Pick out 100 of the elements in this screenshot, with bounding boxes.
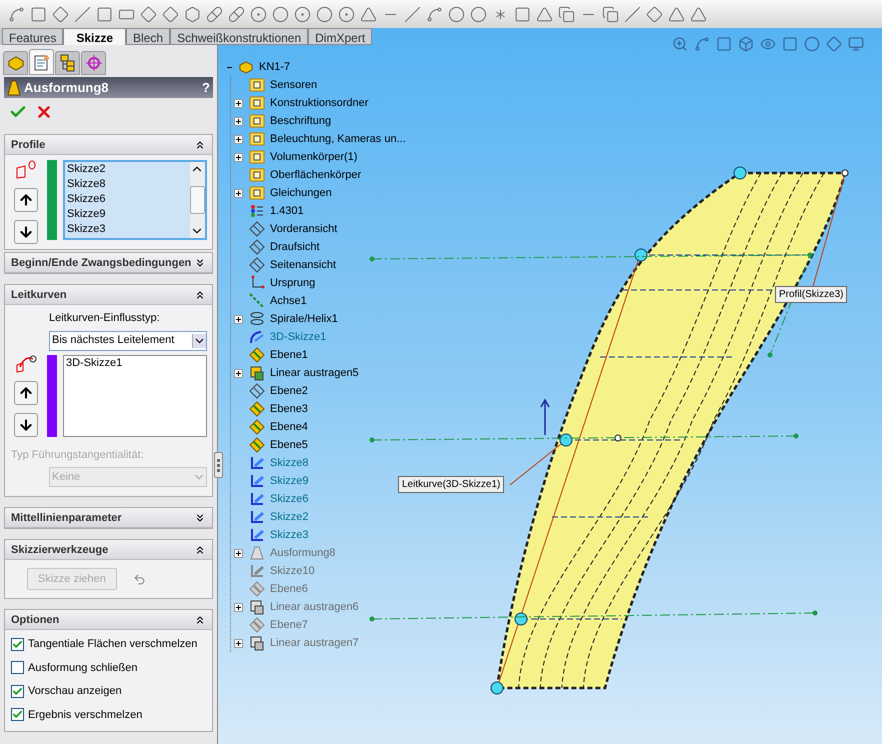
tree-item[interactable]: Seitenansicht bbox=[270, 256, 336, 274]
sketch-icon bbox=[249, 563, 265, 579]
tree-item[interactable]: Ebene6 bbox=[270, 580, 308, 598]
tree-item[interactable]: Ebene5 bbox=[270, 436, 308, 454]
panel-tab[interactable] bbox=[29, 49, 54, 75]
expand-icon[interactable] bbox=[234, 116, 242, 126]
expand-icon[interactable] bbox=[194, 256, 206, 268]
tree-item[interactable]: Skizze8 bbox=[270, 454, 309, 472]
expand-icon[interactable] bbox=[234, 98, 242, 108]
checkbox[interactable] bbox=[11, 684, 24, 698]
profile-list[interactable]: Skizze2 Skizze8 Skizze6 Skizze9 Skizze3 bbox=[63, 160, 207, 240]
expand-icon[interactable] bbox=[234, 134, 242, 144]
expand-icon[interactable] bbox=[234, 638, 242, 648]
tree-item[interactable]: Linear austragen7 bbox=[270, 634, 359, 652]
expand-icon[interactable] bbox=[234, 602, 242, 612]
tab[interactable]: Blech bbox=[126, 28, 170, 45]
tree-item[interactable]: Ausformung8 bbox=[270, 544, 336, 562]
line-icon[interactable] bbox=[74, 6, 91, 22]
checkbox[interactable] bbox=[11, 661, 24, 674]
tree-item[interactable]: Spirale/Helix1 bbox=[270, 310, 338, 328]
move-up-button[interactable] bbox=[14, 380, 38, 404]
tab[interactable]: Skizze bbox=[63, 28, 126, 45]
monitor-icon[interactable] bbox=[848, 36, 864, 52]
tree-item[interactable]: Linear austragen6 bbox=[270, 598, 359, 616]
tree-item[interactable]: Oberflächenkörper bbox=[270, 166, 362, 184]
extrude-icon bbox=[249, 365, 265, 381]
panel-tab[interactable] bbox=[3, 51, 28, 75]
spline-icon[interactable] bbox=[426, 6, 443, 22]
tree-item[interactable]: Ebene3 bbox=[270, 400, 308, 418]
collapse-icon[interactable] bbox=[194, 288, 206, 300]
expand-icon[interactable] bbox=[234, 368, 242, 378]
checkbox[interactable] bbox=[11, 638, 24, 651]
tree-item[interactable]: Ursprung bbox=[270, 274, 316, 292]
list-item[interactable]: Skizze3 bbox=[67, 222, 190, 237]
expand-icon[interactable] bbox=[234, 152, 242, 162]
rectangle-icon[interactable] bbox=[96, 6, 113, 22]
list-item[interactable]: 3D-Skizze1 bbox=[66, 356, 206, 370]
section-title: Optionen bbox=[11, 614, 60, 626]
tree-item[interactable]: Skizze2 bbox=[270, 508, 309, 526]
list-item[interactable]: Skizze9 bbox=[67, 207, 190, 222]
callout-label: Leitkurve(3D-Skizze1) bbox=[398, 476, 504, 493]
expand-icon[interactable] bbox=[234, 188, 242, 198]
expand-icon[interactable] bbox=[194, 512, 206, 524]
collapse-icon[interactable] bbox=[194, 138, 206, 150]
cube-icon[interactable] bbox=[738, 36, 754, 52]
tree-item[interactable]: Vorderansicht bbox=[270, 220, 338, 238]
list-item[interactable]: Skizze8 bbox=[67, 177, 190, 192]
tree-item[interactable]: Sensoren bbox=[270, 76, 318, 94]
panel-tab[interactable] bbox=[55, 51, 80, 75]
tree-item[interactable]: Draufsicht bbox=[270, 238, 320, 256]
tree-item[interactable]: Ebene1 bbox=[270, 346, 308, 364]
tree-item[interactable]: Achse1 bbox=[270, 292, 307, 310]
expand-icon[interactable] bbox=[234, 548, 242, 558]
section-title: Skizzierwerkzeuge bbox=[11, 544, 108, 556]
slot-icon[interactable] bbox=[206, 6, 223, 22]
folder-icon bbox=[249, 95, 265, 111]
tree-item[interactable]: KN1-7 bbox=[259, 58, 290, 76]
tab[interactable]: Features bbox=[2, 28, 64, 45]
help-button[interactable]: ? bbox=[202, 78, 210, 98]
tree-item[interactable]: Skizze6 bbox=[270, 490, 309, 508]
circle-icon[interactable] bbox=[272, 6, 289, 22]
move-down-button[interactable] bbox=[14, 412, 38, 436]
move-down-button[interactable] bbox=[14, 220, 38, 244]
close-icon[interactable] bbox=[35, 103, 53, 121]
tree-item[interactable]: Skizze9 bbox=[270, 472, 309, 490]
collapse-icon[interactable] bbox=[194, 614, 206, 626]
move-up-button[interactable] bbox=[14, 188, 38, 212]
collapse-icon[interactable] bbox=[194, 544, 206, 556]
check-icon bbox=[12, 709, 23, 720]
tree-item[interactable]: Ebene7 bbox=[270, 616, 308, 634]
list-item[interactable]: Skizze6 bbox=[67, 192, 190, 207]
influence-dropdown[interactable]: Bis nächstes Leitelement bbox=[49, 330, 207, 350]
tree-item[interactable]: Ebene4 bbox=[270, 418, 308, 436]
tree-item[interactable]: 1.4301 bbox=[270, 202, 304, 220]
splitter-handle[interactable] bbox=[214, 452, 223, 478]
option-label: Vorschau anzeigen bbox=[28, 684, 122, 699]
sphere-icon[interactable] bbox=[804, 36, 820, 52]
tab[interactable]: DimXpert bbox=[308, 28, 372, 45]
tree-item[interactable]: Beleuchtung, Kameras un... bbox=[270, 130, 406, 148]
undo-icon[interactable] bbox=[132, 572, 146, 586]
tab[interactable]: Schweißkonstruktionen bbox=[170, 28, 308, 45]
tree-item[interactable]: Linear austragen5 bbox=[270, 364, 359, 382]
field-label: Leitkurven-Einflusstyp: bbox=[49, 311, 161, 326]
eye-icon[interactable] bbox=[760, 36, 776, 52]
scrollbar[interactable] bbox=[190, 162, 205, 238]
tree-item[interactable]: Ebene2 bbox=[270, 382, 308, 400]
zoom-icon[interactable] bbox=[672, 36, 688, 52]
tree-item[interactable]: Konstruktionsordner bbox=[270, 94, 368, 112]
sketch-icon[interactable] bbox=[8, 6, 25, 22]
tree-item[interactable]: Volumenkörper(1) bbox=[270, 148, 358, 166]
guide-list[interactable]: 3D-Skizze1 bbox=[63, 354, 207, 436]
tree-item[interactable]: Skizze10 bbox=[270, 562, 315, 580]
diamond-icon[interactable] bbox=[140, 6, 157, 22]
tree-item[interactable]: Skizze3 bbox=[270, 526, 309, 544]
tree-item[interactable]: Beschriftung bbox=[270, 112, 332, 130]
helix-icon bbox=[249, 311, 265, 327]
tree-item[interactable]: Gleichungen bbox=[270, 184, 332, 202]
checkbox[interactable] bbox=[11, 708, 24, 722]
expand-icon[interactable] bbox=[234, 314, 242, 324]
list-item[interactable]: Skizze2 bbox=[67, 162, 190, 177]
